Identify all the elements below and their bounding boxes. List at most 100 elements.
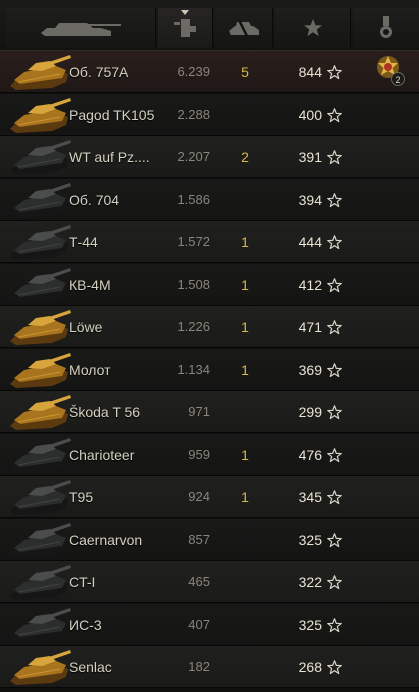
tank-image-icon [6,477,72,517]
table-row[interactable]: CT-I 465 322 [0,561,419,603]
vehicle-rating: 924 [188,489,210,504]
vehicle-name: Pagod TK105 [69,106,155,123]
vehicle-rating: 1.586 [177,191,210,207]
sort-desc-icon [181,10,189,15]
star-icon [327,405,342,420]
tank-image-icon [6,180,72,220]
vehicle-count: 1 [241,319,249,335]
vehicle-name: Т-44 [69,234,98,250]
vehicle-name: T95 [69,489,94,505]
star-icon [327,320,342,335]
vehicle-count [232,646,258,688]
vehicle-name: Молот [69,361,111,378]
vehicle-battles: 444 [298,234,322,250]
table-row[interactable]: Т-44 1.572 1 444 [0,221,419,263]
vehicle-name: Škoda T 56 [69,404,141,420]
star-icon [327,490,342,505]
star-icon [327,447,342,463]
vehicle-count: 1 [241,234,249,250]
vehicle-count [232,179,258,221]
table-row[interactable]: ИС-3 407 325 [0,603,419,646]
count-icon [228,19,259,37]
column-header-count[interactable] [215,8,273,48]
vehicle-count: 1 [241,361,249,378]
vehicle-count: 1 [241,276,249,293]
vehicle-count: 1 [241,489,249,505]
vehicle-battles: 400 [298,106,322,123]
vehicle-rating: 465 [188,574,210,589]
column-header-medals[interactable] [353,8,419,48]
vehicle-rating: 959 [188,446,210,462]
vehicle-count [232,94,258,136]
vehicle-name: Об. 757А [69,64,129,80]
vehicle-count [232,519,258,561]
vehicle-rating: 1.226 [177,319,210,334]
vehicle-battles: 369 [298,361,322,378]
star-icon [327,362,342,378]
vehicle-battles: 325 [298,531,322,548]
vehicle-battles: 391 [298,149,322,165]
vehicle-name: CT-I [69,574,96,590]
column-header-battles[interactable] [275,8,351,48]
table-row[interactable]: КВ-4М 1.508 1 412 [0,263,419,306]
vehicle-rating: 1.508 [177,276,210,292]
vehicle-name: КВ-4М [69,276,111,293]
vehicle-count [232,561,258,603]
vehicle-name: Senlac [69,659,112,675]
star-icon [327,235,342,250]
star-icon [327,660,342,675]
vehicle-battles: 268 [298,659,322,675]
table-row[interactable]: Молот 1.134 1 369 [0,348,419,391]
vehicle-rating: 2.288 [177,106,210,122]
vehicle-count [232,604,258,646]
vehicle-battles: 394 [298,191,322,208]
medal-icon [380,16,392,38]
star-icon [303,19,322,36]
vehicle-name: WT auf Pz.... [69,149,150,165]
tank-image-icon [6,562,72,602]
star-icon [327,617,342,633]
vehicle-rating: 2.207 [177,149,210,164]
vehicle-count: 5 [241,64,249,80]
table-row[interactable]: Об. 704 1.586 394 [0,178,419,221]
tank-image-icon [6,95,72,135]
column-header-vehicle[interactable] [6,8,156,48]
vehicle-name: ИС-3 [69,616,102,633]
tank-image-icon [6,605,72,645]
star-icon [327,532,342,548]
tank-image-icon [6,435,72,475]
vehicle-count: 1 [241,446,249,463]
table-row[interactable]: Löwe 1.226 1 471 [0,306,419,348]
star-icon [327,192,342,208]
star-icon [327,65,342,80]
table-row[interactable]: Caernarvon 857 325 [0,518,419,561]
tank-image-icon [6,222,72,262]
tank-icon [40,23,121,36]
column-header-rating[interactable] [158,8,213,48]
tank-image-icon [6,137,72,177]
star-icon [327,150,342,165]
table-row[interactable]: Charioteer 959 1 476 [0,433,419,476]
vehicle-rating: 407 [188,616,210,632]
vehicle-battles: 476 [298,446,322,463]
vehicle-rating: 1.134 [177,361,210,377]
table-row[interactable]: Senlac 182 268 [0,646,419,688]
table-row[interactable]: T95 924 1 345 [0,476,419,518]
vehicle-rating: 182 [188,659,210,674]
vehicle-name: Löwe [69,319,103,335]
table-row[interactable]: Об. 757А 6.239 5 844 2 [0,51,419,93]
table-row[interactable]: Pagod TK105 2.288 400 [0,93,419,136]
table-row[interactable]: WT auf Pz.... 2.207 2 391 [0,136,419,178]
vehicle-battles: 345 [298,489,322,505]
tank-image-icon [6,307,72,347]
vehicle-rating: 1.572 [177,234,210,249]
tank-image-icon [6,52,72,92]
star-icon [327,107,342,123]
rating-icon [174,19,196,37]
vehicle-stats-table: Об. 757А 6.239 5 844 2 Pagod TK105 2.288 400 WT … [0,0,419,688]
vehicle-rating: 971 [188,404,210,419]
table-row[interactable]: Škoda T 56 971 299 [0,391,419,433]
vehicle-rating: 6.239 [177,64,210,79]
vehicle-battles: 322 [298,574,322,590]
vehicle-count: 2 [241,149,249,165]
